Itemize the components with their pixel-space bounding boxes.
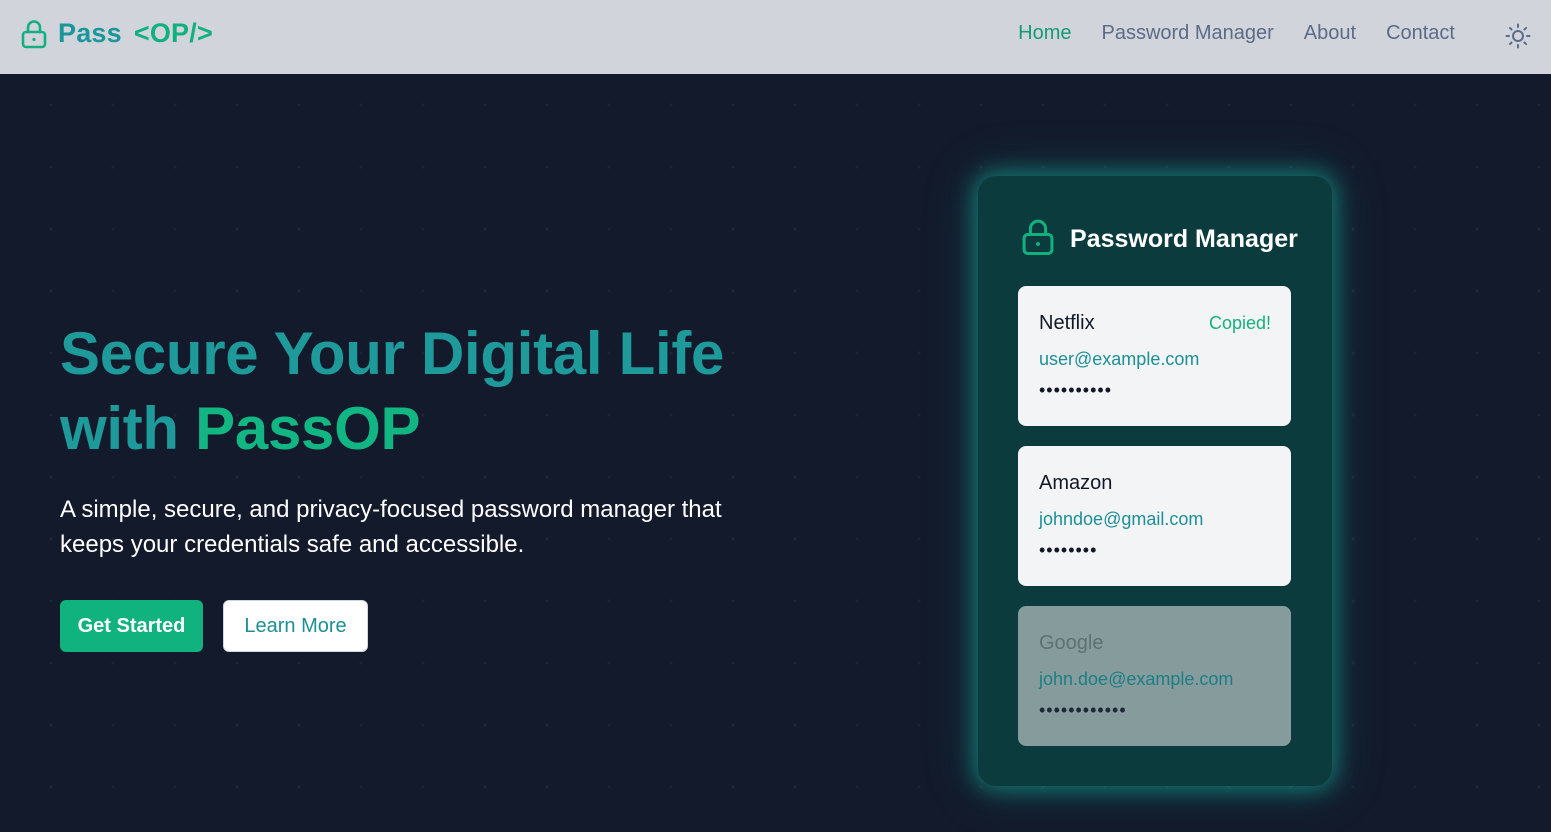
nav-links: Home Password Manager About Contact [1018,22,1455,45]
entry-email: user@example.com [1039,349,1200,369]
hero-title-with: with [60,395,196,462]
entry-password: •••••••• [1039,540,1098,560]
entry-site-name: Amazon [1039,472,1113,494]
copied-status: Copied! [1208,313,1271,333]
card-title: Password Manager [1070,225,1298,253]
password-entry-amazon[interactable]: Amazon johndoe@gmail.com •••••••• [1018,446,1291,586]
entry-email: johndoe@gmail.com [1039,509,1204,529]
entry-email: john.doe@example.com [1039,669,1234,689]
navbar: Pass <OP/> Home Password Manager About Co… [0,0,1551,74]
hero-subtitle: A simple, secure, and privacy-focused pa… [60,496,722,558]
nav-link-home[interactable]: Home [1018,22,1071,45]
get-started-button[interactable]: Get Started [60,600,203,652]
sun-icon[interactable] [1504,22,1532,50]
password-manager-preview-card: Password Manager Netflix Copied! user@ex… [978,176,1332,786]
hero-title: Secure Your Digital Life with PassOP [60,316,820,466]
brand-name: Pass <OP/> [58,18,213,49]
brand-name-pass: Pass [58,18,122,48]
entry-password: •••••••••••• [1039,700,1127,720]
hero-title-accent: PassOP [195,395,421,462]
nav-link-about[interactable]: About [1304,22,1356,45]
hero-title-line1: Secure Your Digital Life [60,320,725,387]
entry-site-name: Netflix [1039,312,1095,334]
lock-icon [1020,218,1056,261]
nav-link-password-manager[interactable]: Password Manager [1101,22,1273,45]
nav-link-contact[interactable]: Contact [1386,22,1455,45]
card-header: Password Manager [1020,218,1298,261]
entry-password: •••••••••• [1039,380,1113,400]
entry-site-name: Google [1039,632,1104,654]
lock-icon [20,19,48,49]
brand-name-op: <OP/> [133,18,213,48]
learn-more-button[interactable]: Learn More [223,600,368,652]
brand-logo[interactable]: Pass <OP/> [20,18,213,49]
password-entry-google[interactable]: Google john.doe@example.com •••••••••••• [1018,606,1291,746]
password-entry-netflix[interactable]: Netflix Copied! user@example.com •••••••… [1018,286,1291,426]
